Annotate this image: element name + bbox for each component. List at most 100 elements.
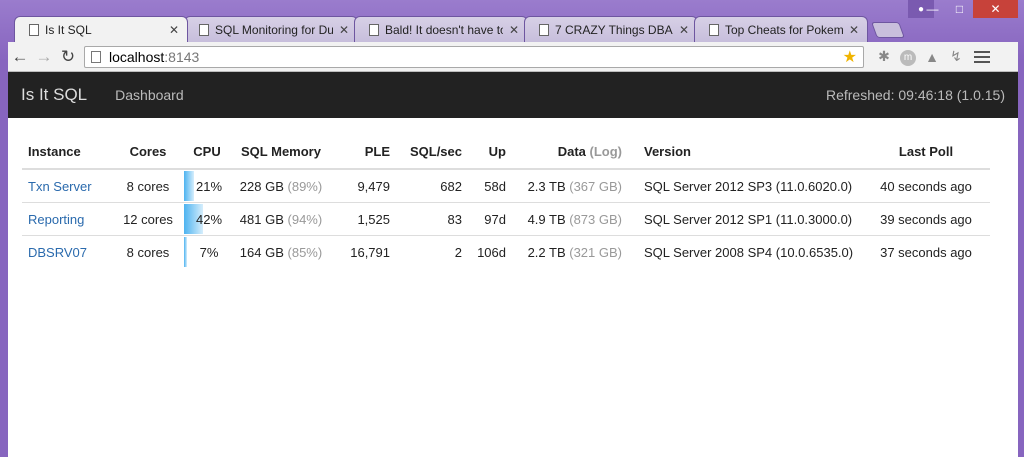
- sql-sec-cell: 2: [454, 245, 462, 260]
- tab-title: Bald! It doesn't have to be: [385, 22, 503, 37]
- tab-title: SQL Monitoring for Dumm: [215, 22, 333, 37]
- ple-cell: 16,791: [350, 245, 390, 260]
- app-navbar: Is It SQL Dashboard Refreshed: 09:46:18 …: [8, 72, 1018, 118]
- instance-link[interactable]: Reporting: [22, 202, 112, 236]
- instances-table: Instance Cores CPU SQL Memory PLE SQL/se…: [22, 134, 990, 268]
- header-cores[interactable]: Cores: [112, 134, 184, 170]
- log-size: (873 GB): [569, 212, 622, 227]
- memory-percent: (85%): [287, 245, 323, 260]
- page-icon: [369, 23, 379, 36]
- header-last-poll[interactable]: Last Poll: [862, 134, 990, 170]
- data-cell: 4.9 TB (873 GB): [512, 202, 628, 236]
- reload-button[interactable]: ↻: [56, 47, 80, 67]
- extension-icon[interactable]: ✱: [872, 48, 896, 65]
- extensions: ✱ m ▲ ↯: [872, 47, 990, 66]
- ple-cell: 9,479: [332, 169, 396, 203]
- close-window-button[interactable]: ✕: [973, 0, 1018, 18]
- lightning-icon[interactable]: ↯: [944, 48, 968, 65]
- memory-value: 481 GB: [239, 212, 284, 227]
- tab-crazy-things[interactable]: 7 CRAZY Things DBA's Wa ✕: [524, 16, 698, 42]
- header-up[interactable]: Up: [468, 134, 512, 170]
- cores-cell: 8 cores: [126, 245, 170, 260]
- table-row: DBSRV07 8 cores 7% 164 GB (85%) 16,791 2 106d 2…: [22, 236, 990, 269]
- last-poll-cell: 40 seconds ago: [862, 169, 990, 203]
- table-row: Txn Server 8 cores 21% 228 GB (89%) 9,479 682…: [22, 169, 990, 203]
- memory-cell: 481 GB (94%): [230, 202, 332, 236]
- maximize-icon: □: [955, 2, 964, 16]
- url-host: localhost: [109, 48, 165, 65]
- instance-link[interactable]: DBSRV07: [22, 236, 112, 269]
- header-sql-memory[interactable]: SQL Memory: [230, 134, 332, 170]
- cores-cell: 8 cores: [112, 169, 184, 203]
- instance-name[interactable]: Txn Server: [28, 179, 92, 194]
- address-bar[interactable]: localhost:8143 ★: [84, 45, 864, 68]
- tab-close-icon[interactable]: ✕: [339, 23, 349, 37]
- tab-sql-monitoring[interactable]: SQL Monitoring for Dumm ✕: [184, 16, 358, 42]
- uptime-cell: 106d: [477, 245, 506, 260]
- instance-name[interactable]: Reporting: [28, 212, 84, 227]
- nav-dashboard[interactable]: Dashboard: [115, 87, 184, 103]
- log-size: (367 GB): [569, 179, 622, 194]
- brand-link[interactable]: Is It SQL: [21, 85, 87, 105]
- extension-m-icon[interactable]: m: [896, 47, 920, 66]
- tab-title: Is It SQL: [45, 22, 92, 37]
- memory-percent: (89%): [287, 179, 323, 194]
- header-cpu[interactable]: CPU: [184, 134, 230, 170]
- refreshed-status: Refreshed: 09:46:18 (1.0.15): [825, 87, 1005, 103]
- tab-title: Top Cheats for Pokemon: [725, 22, 843, 37]
- minimize-icon: —: [926, 2, 939, 16]
- tab-title: 7 CRAZY Things DBA's Wa: [555, 22, 673, 37]
- header-sql-sec[interactable]: SQL/sec: [396, 134, 468, 170]
- page-icon: [539, 23, 549, 36]
- uptime-cell: 58d: [468, 169, 512, 203]
- header-ple[interactable]: PLE: [332, 134, 396, 170]
- memory-value: 164 GB: [239, 245, 284, 260]
- tab-close-icon[interactable]: ✕: [679, 23, 689, 37]
- page-icon: [199, 23, 209, 36]
- browser-window: ● — □ ✕ Is It SQL ✕ SQL Monitoring for D…: [0, 0, 1024, 457]
- version-cell: SQL Server 2012 SP3 (11.0.6020.0): [628, 169, 862, 203]
- header-version[interactable]: Version: [628, 134, 862, 170]
- cpu-bar: [184, 237, 187, 267]
- last-poll-cell: 37 seconds ago: [880, 245, 972, 260]
- cpu-value: 21%: [195, 179, 223, 194]
- back-button[interactable]: ←: [8, 47, 32, 67]
- memory-percent: (94%): [287, 212, 323, 227]
- header-instance[interactable]: Instance: [22, 134, 112, 170]
- last-poll-cell: 39 seconds ago: [862, 202, 990, 236]
- page-icon: [709, 23, 719, 36]
- minimize-button[interactable]: —: [919, 0, 946, 18]
- tab-close-icon[interactable]: ✕: [169, 23, 179, 37]
- table-header-row: Instance Cores CPU SQL Memory PLE SQL/se…: [22, 134, 990, 170]
- data-size: 2.2 TB: [527, 245, 566, 260]
- page-icon: [29, 23, 39, 36]
- data-size: 4.9 TB: [527, 212, 566, 227]
- table-row: Reporting 12 cores 42% 481 GB (94%) 1,525 83 9…: [22, 202, 990, 236]
- drive-icon[interactable]: ▲: [920, 49, 944, 65]
- window-controls: — □ ✕: [919, 0, 1018, 18]
- instance-name[interactable]: DBSRV07: [28, 245, 87, 260]
- cpu-bar: [184, 171, 194, 201]
- tab-pokemon[interactable]: Top Cheats for Pokemon ✕: [694, 16, 868, 42]
- tab-close-icon[interactable]: ✕: [509, 23, 519, 37]
- bookmark-star-icon[interactable]: ★: [843, 47, 857, 67]
- new-tab-button[interactable]: [871, 22, 905, 38]
- cpu-cell: 42%: [184, 202, 230, 236]
- maximize-button[interactable]: □: [946, 0, 973, 18]
- memory-value: 228 GB: [239, 179, 284, 194]
- data-size: 2.3 TB: [527, 179, 566, 194]
- instance-link[interactable]: Txn Server: [22, 169, 112, 203]
- log-size: (321 GB): [569, 245, 622, 260]
- header-data[interactable]: Data (Log): [512, 134, 628, 170]
- data-cell: 2.2 TB (321 GB): [512, 236, 628, 269]
- tab-is-it-sql[interactable]: Is It SQL ✕: [14, 16, 188, 42]
- ple-cell: 1,525: [332, 202, 396, 236]
- hamburger-menu-icon[interactable]: [974, 48, 990, 66]
- memory-cell: 228 GB (89%): [230, 169, 332, 203]
- memory-cell: 164 GB (85%): [230, 236, 332, 269]
- sql-sec-cell: 83: [396, 202, 468, 236]
- header-data-label: Data: [557, 144, 586, 159]
- forward-button[interactable]: →: [32, 47, 56, 67]
- tab-close-icon[interactable]: ✕: [849, 23, 859, 37]
- tab-bald[interactable]: Bald! It doesn't have to be ✕: [354, 16, 528, 42]
